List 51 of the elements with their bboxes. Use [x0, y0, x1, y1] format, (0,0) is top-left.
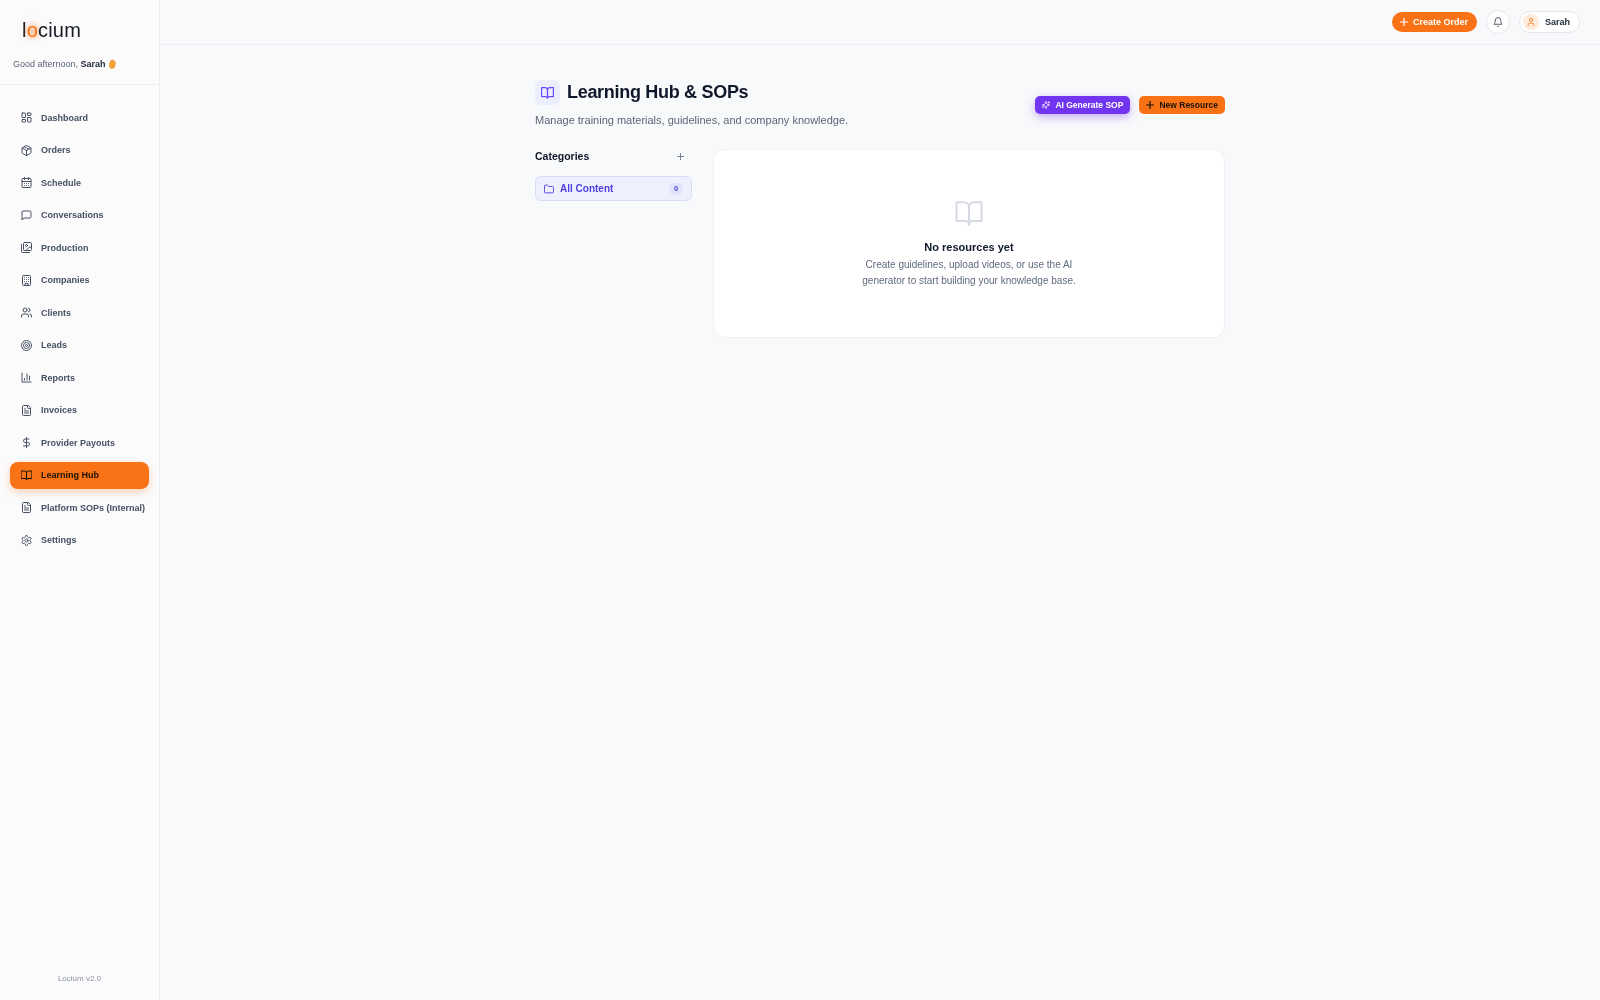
plus-icon [1146, 101, 1155, 109]
images-icon [21, 242, 32, 253]
book-icon [21, 469, 32, 481]
message-icon [21, 209, 32, 221]
sidebar-nav-item[interactable]: Settings [10, 526, 149, 554]
plus-icon [677, 152, 684, 160]
sidebar-nav-item[interactable]: Learning Hub [10, 461, 149, 489]
document-icon [21, 502, 32, 513]
sidebar-nav-item[interactable]: Orders [10, 136, 149, 164]
layout-grid-icon [21, 112, 32, 123]
folder-icon [544, 183, 554, 194]
package-icon [21, 144, 32, 156]
sidebar-nav-item[interactable]: Leads [10, 331, 149, 359]
page-subtitle: Manage training materials, guidelines, and company knowledge. [535, 113, 849, 127]
empty-state-text: Create guidelines, upload videos, or use the AI generator to start building your knowledge base. [861, 258, 1077, 288]
add-category-button[interactable] [677, 152, 684, 160]
calendar-icon [21, 177, 32, 188]
categories-heading: Categories [535, 150, 590, 162]
sparkles-icon [1042, 101, 1051, 109]
sidebar-nav-item[interactable]: Clients [10, 299, 149, 326]
sidebar-nav-item[interactable]: Dashboard [10, 104, 149, 131]
new-resource-button[interactable]: New Resource [1139, 96, 1225, 114]
book-icon [955, 201, 983, 226]
ai-generate-button[interactable]: AI Generate SOP [1035, 96, 1131, 114]
sidebar-nav-item[interactable]: Platform SOPs (Internal) [10, 494, 149, 521]
sidebar-nav-item[interactable]: Provider Payouts [10, 429, 149, 456]
sidebar-nav-item[interactable]: Invoices [10, 396, 149, 424]
user-menu-button[interactable]: Sarah [1519, 11, 1580, 33]
user-icon [1523, 14, 1539, 30]
logo-wordmark: locium [22, 18, 81, 43]
building-icon [21, 274, 32, 286]
empty-state-title: No resources yet [924, 240, 1014, 254]
dollar-icon [21, 437, 32, 448]
target-icon [21, 339, 32, 351]
document-icon [21, 404, 32, 416]
waving-hand-icon [108, 59, 116, 69]
sidebar-nav-item[interactable]: Reports [10, 364, 149, 391]
sidebar-nav-item[interactable]: Schedule [10, 169, 149, 196]
greeting-text: Good afternoon, Sarah [13, 58, 106, 70]
sidebar-nav-item[interactable]: Companies [10, 266, 149, 294]
book-icon [535, 80, 560, 105]
sidebar-nav-item[interactable]: Production [10, 234, 149, 261]
plus-icon [1399, 18, 1408, 26]
version-label: Locium v2.0 [56, 974, 103, 985]
bar-chart-icon [21, 372, 32, 383]
notifications-button[interactable] [1486, 10, 1510, 34]
users-icon [21, 307, 32, 318]
bell-icon [1493, 17, 1503, 27]
sidebar-nav-item[interactable]: Conversations [10, 201, 149, 229]
page-title: Learning Hub & SOPs [567, 81, 749, 104]
gear-icon [21, 534, 32, 546]
